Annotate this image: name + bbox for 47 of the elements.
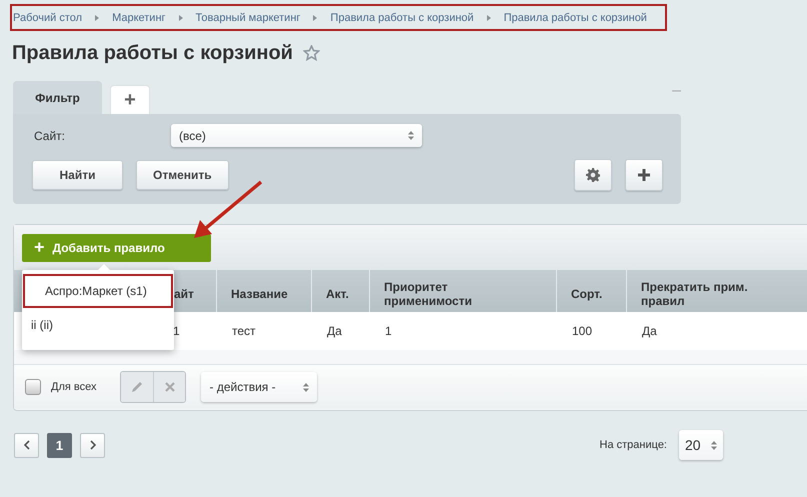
- column-header[interactable]: Сорт.: [556, 270, 626, 312]
- plus-icon: [637, 168, 651, 182]
- add-tab[interactable]: +: [110, 85, 150, 114]
- table-cell: тест: [216, 312, 311, 350]
- updown-icon: [408, 131, 414, 140]
- breadcrumb-separator-icon: [313, 14, 318, 20]
- field-label: Сайт:: [33, 128, 66, 142]
- previous-page-button[interactable]: [14, 432, 39, 458]
- add-filter-button[interactable]: [625, 159, 663, 191]
- table-cell: Да: [311, 312, 369, 350]
- table-cell: 1: [369, 312, 556, 350]
- updown-icon: [303, 382, 310, 392]
- settings-button[interactable]: [574, 159, 612, 191]
- actions-select[interactable]: - действия -: [201, 372, 318, 402]
- breadcrumb-link[interactable]: Правила работы с корзиной: [330, 12, 474, 24]
- next-page-button[interactable]: [80, 432, 105, 458]
- cancel-button[interactable]: Отменить: [136, 160, 229, 190]
- menu-item[interactable]: Аспро:Маркет (s1): [23, 274, 173, 308]
- close-icon: [164, 381, 176, 393]
- gear-icon: [586, 168, 600, 182]
- breadcrumb-link[interactable]: Рабочий стол: [13, 12, 82, 24]
- chevron-left-icon: [22, 440, 30, 450]
- page-button[interactable]: 1: [47, 432, 72, 458]
- per-page-label: На странице:: [600, 439, 667, 451]
- column-header[interactable]: Прекратить прим. правил: [626, 270, 807, 312]
- table-cell: Да: [626, 312, 807, 350]
- breadcrumb-link[interactable]: Маркетинг: [112, 12, 166, 24]
- breadcrumb-separator-icon: [178, 14, 183, 20]
- star-icon[interactable]: [302, 45, 320, 61]
- find-button[interactable]: Найти: [32, 160, 123, 190]
- column-header[interactable]: Акт.: [311, 270, 369, 312]
- site-select[interactable]: (все): [171, 124, 422, 147]
- pencil-icon: [130, 380, 144, 394]
- column-header[interactable]: Название: [216, 270, 311, 312]
- per-page-select[interactable]: 20: [679, 430, 723, 460]
- page-title: Правила работы с корзиной: [12, 42, 293, 64]
- breadcrumb-separator-icon: [95, 14, 100, 20]
- column-header[interactable]: Приоритет применимости: [369, 270, 556, 312]
- chevron-right-icon: [88, 440, 96, 450]
- table-cell: 100: [556, 312, 626, 350]
- checkbox[interactable]: [25, 379, 41, 395]
- checkbox-label: Для всех: [51, 381, 96, 393]
- filter-tab[interactable]: Фильтр: [13, 81, 102, 114]
- updown-icon: [711, 440, 717, 450]
- breadcrumb-link[interactable]: Правила работы с корзиной: [504, 12, 647, 24]
- breadcrumb-link[interactable]: Товарный маркетинг: [196, 12, 300, 24]
- breadcrumb-separator-icon: [486, 14, 491, 20]
